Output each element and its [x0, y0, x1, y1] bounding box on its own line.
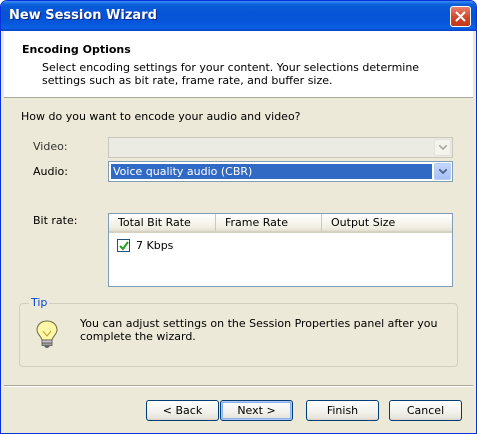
- chevron-down-icon: [439, 169, 447, 174]
- row-checkbox[interactable]: [117, 239, 130, 252]
- header-panel: Encoding Options Select encoding setting…: [4, 31, 473, 98]
- audio-select[interactable]: Voice quality audio (CBR): [108, 161, 453, 182]
- page-description: Select encoding settings for your conten…: [42, 61, 420, 87]
- video-select: [108, 137, 453, 158]
- bitrate-list-header: Total Bit Rate Frame Rate Output Size: [109, 214, 452, 233]
- audio-dropdown-button[interactable]: [434, 163, 451, 180]
- encode-question: How do you want to encode your audio and…: [21, 110, 301, 123]
- cancel-button[interactable]: Cancel: [389, 400, 462, 421]
- column-output-size[interactable]: Output Size: [322, 214, 452, 231]
- next-button[interactable]: Next >: [220, 400, 293, 421]
- window-title: New Session Wizard: [9, 8, 157, 23]
- column-total-bit-rate[interactable]: Total Bit Rate: [109, 214, 216, 231]
- tip-group: Tip You can adjust settings on the Sessi…: [19, 296, 458, 367]
- footer-divider: [4, 385, 473, 387]
- audio-select-value: Voice quality audio (CBR): [111, 164, 432, 179]
- row-total-bit-rate: 7 Kbps: [136, 239, 174, 252]
- tip-label: Tip: [29, 296, 50, 309]
- video-dropdown-button: [434, 139, 451, 156]
- page-title: Encoding Options: [22, 43, 131, 56]
- back-button[interactable]: < Back: [146, 400, 219, 421]
- tip-text: You can adjust settings on the Session P…: [80, 317, 438, 343]
- finish-button[interactable]: Finish: [306, 400, 379, 421]
- list-item[interactable]: 7 Kbps: [117, 238, 173, 253]
- chevron-down-icon: [439, 145, 447, 150]
- video-label: Video:: [33, 140, 68, 153]
- close-icon: [455, 11, 466, 22]
- audio-label: Audio:: [33, 165, 68, 178]
- column-frame-rate[interactable]: Frame Rate: [216, 214, 322, 231]
- title-bar[interactable]: New Session Wizard: [1, 1, 476, 31]
- wizard-window: New Session Wizard Encoding Options Sele…: [0, 0, 477, 434]
- checkmark-icon: [119, 241, 129, 251]
- bitrate-list[interactable]: Total Bit Rate Frame Rate Output Size 7 …: [108, 213, 453, 287]
- bitrate-label: Bit rate:: [33, 214, 78, 227]
- lightbulb-icon: [36, 320, 58, 348]
- close-button[interactable]: [450, 6, 471, 27]
